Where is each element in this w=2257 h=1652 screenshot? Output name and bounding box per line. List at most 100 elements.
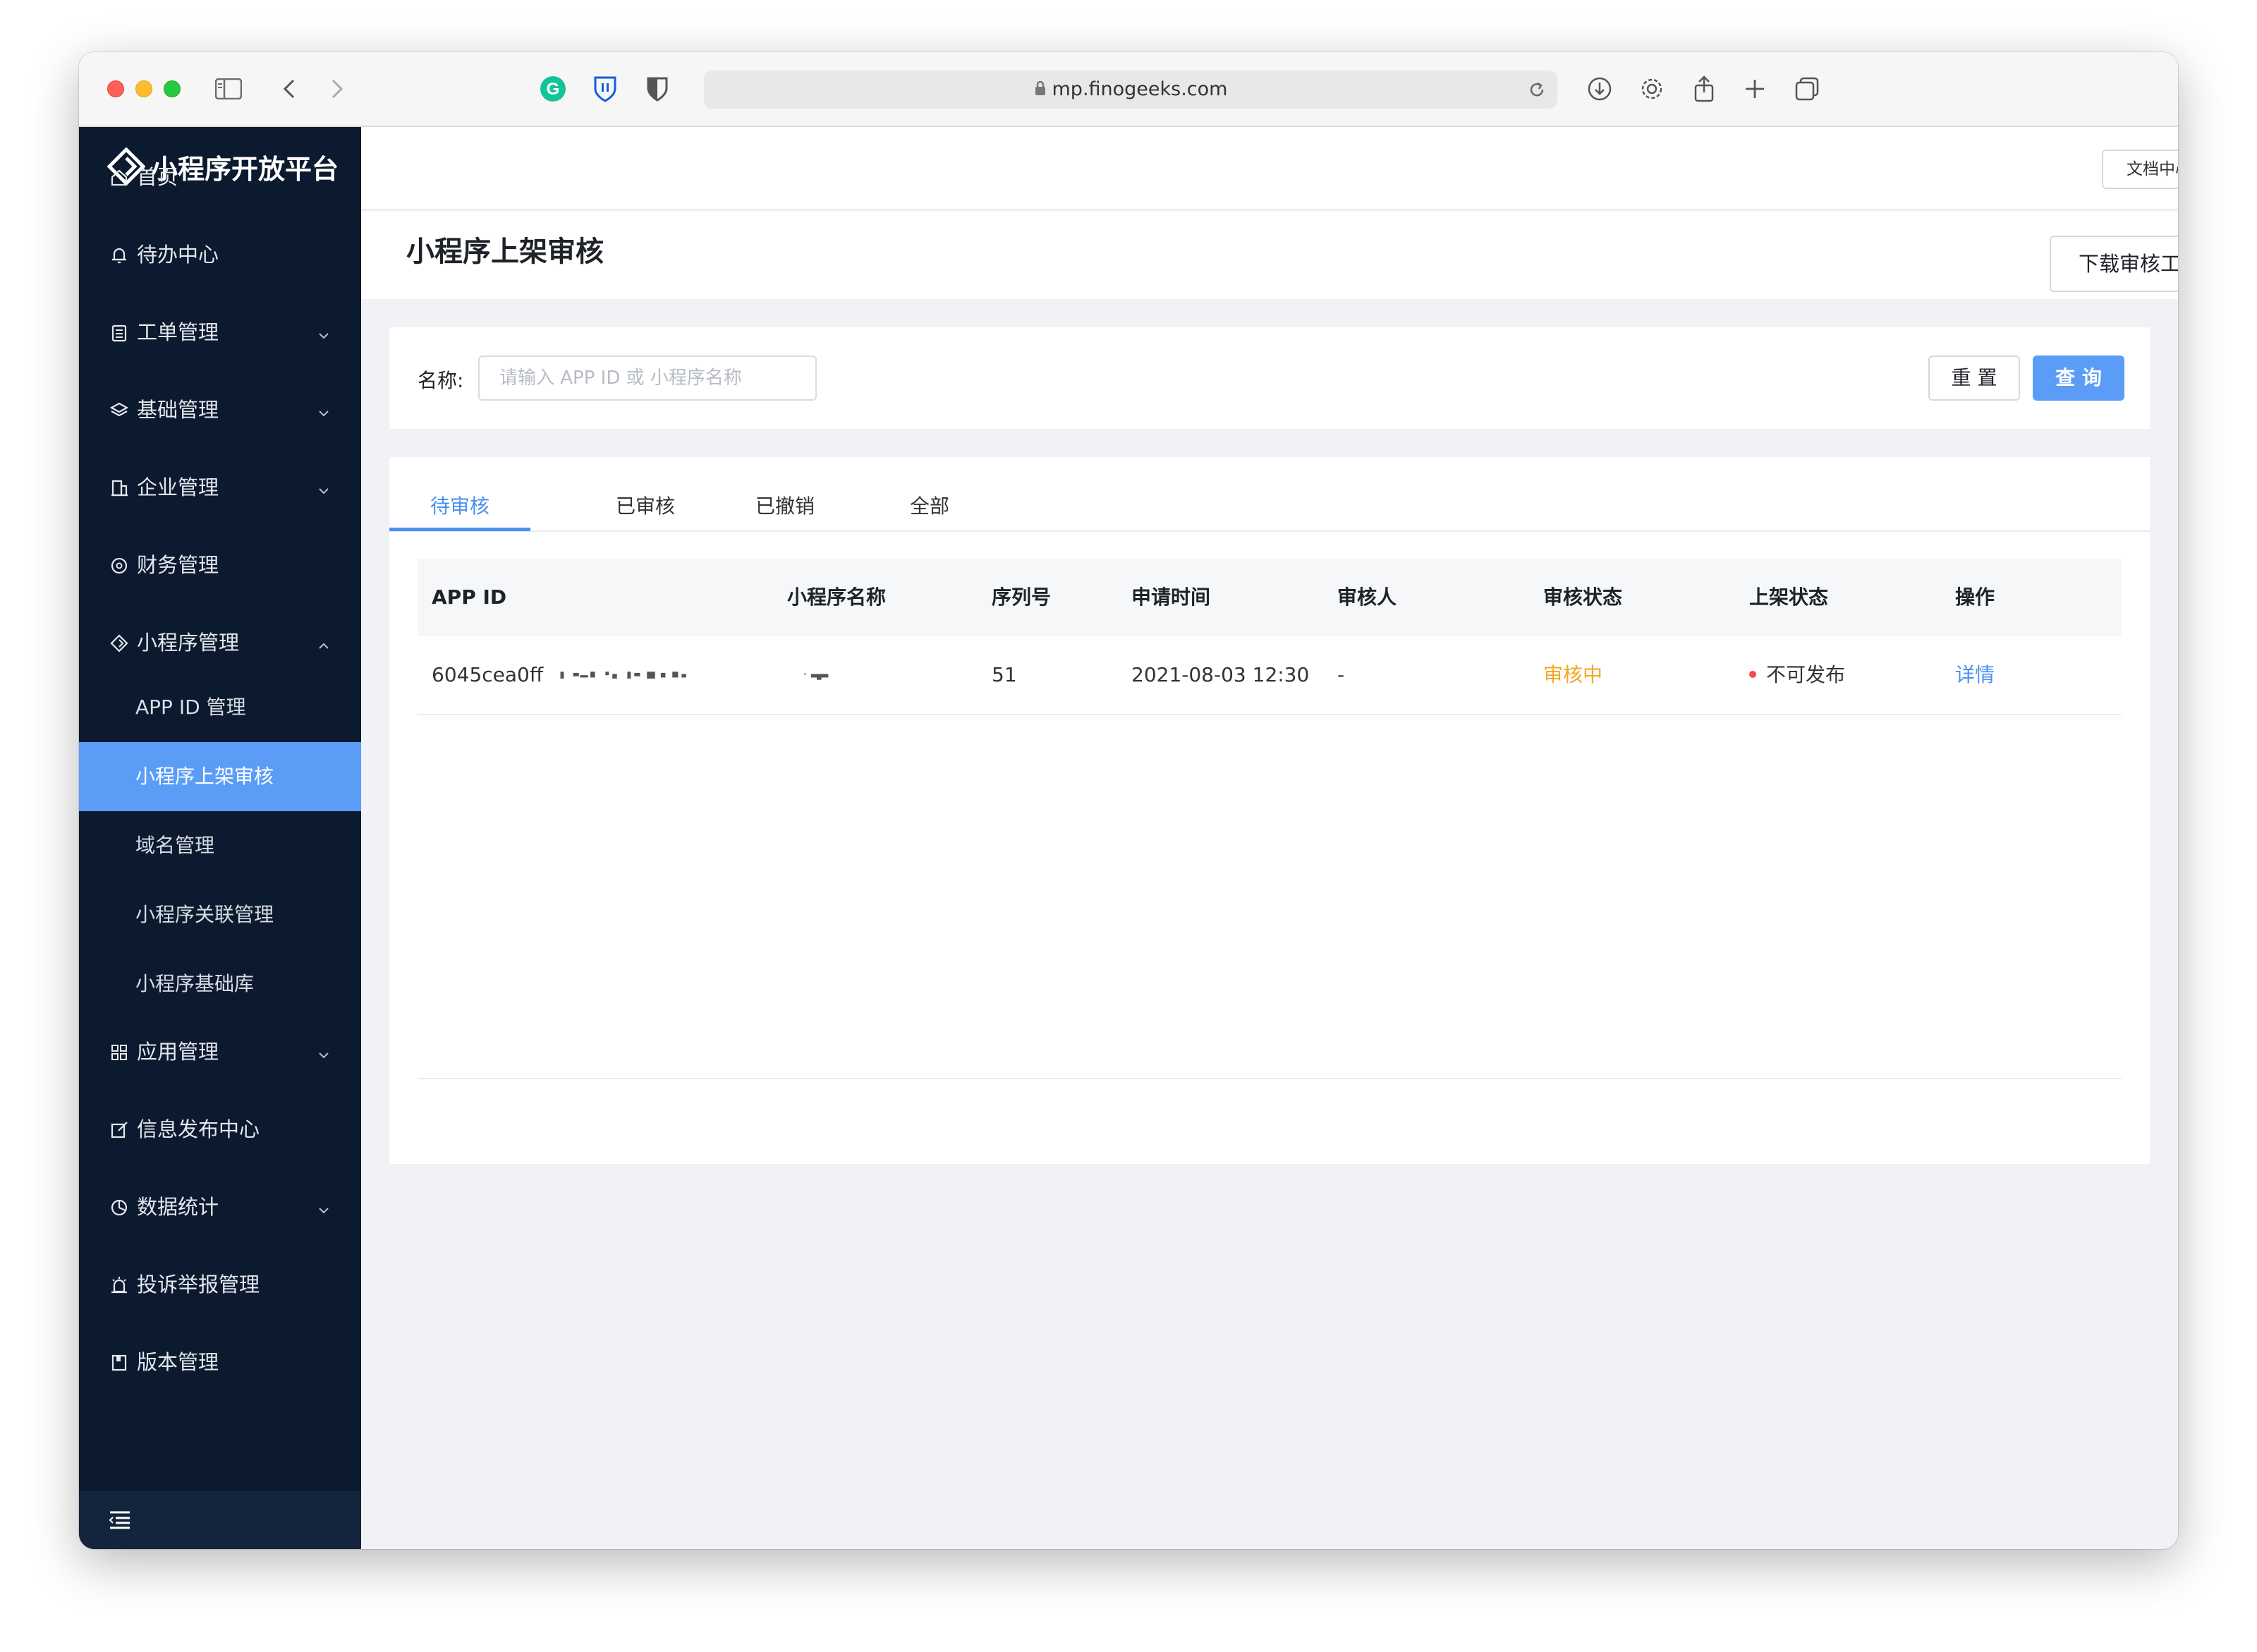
sidebar-item-label: 企业管理	[137, 475, 219, 499]
forward-icon[interactable]	[323, 75, 351, 103]
sidebar-item-enterprise[interactable]: 企业管理	[79, 463, 361, 512]
column-header-appid: APP ID	[432, 585, 507, 609]
table-header	[418, 559, 2122, 636]
back-icon[interactable]	[275, 75, 303, 103]
sidebar-item-basic[interactable]: 基础管理	[79, 385, 361, 435]
table-row-divider	[418, 714, 2122, 715]
column-header-apply-time: 申请时间	[1131, 585, 1211, 609]
table-bottom-divider	[418, 1078, 2122, 1079]
address-bar[interactable]: mp.finogeeks.com	[704, 71, 1557, 109]
layers-icon	[109, 401, 129, 419]
sidebar-item-miniprogram[interactable]: 小程序管理	[79, 618, 361, 667]
home-icon	[110, 168, 128, 186]
column-header-review-status: 审核状态	[1543, 585, 1623, 609]
chevron-down-icon	[316, 402, 331, 418]
sidebar-item-tickets[interactable]: 工单管理	[79, 308, 361, 357]
sidebar-collapse-bar[interactable]	[79, 1491, 361, 1549]
name-filter-label: 名称:	[418, 369, 464, 392]
new-tab-icon[interactable]	[1741, 75, 1769, 103]
chevron-down-icon	[316, 1199, 331, 1215]
page-header	[361, 212, 2178, 299]
sidebar-item-label: 基础管理	[137, 398, 219, 422]
zoom-window-button[interactable]	[164, 80, 181, 97]
sidebar-subitem-association[interactable]: 小程序关联管理	[79, 880, 361, 949]
column-header-name: 小程序名称	[787, 585, 887, 609]
sidebar-item-label: 版本管理	[137, 1350, 219, 1374]
book-icon	[110, 1353, 128, 1371]
sidebar-item-apps[interactable]: 应用管理	[79, 1027, 361, 1076]
tab-overview-icon[interactable]	[1793, 75, 1821, 103]
chevron-down-icon	[316, 1044, 331, 1059]
sidebar-subitem-release-review[interactable]: 小程序上架审核	[79, 742, 361, 811]
active-tab-indicator	[389, 528, 530, 531]
minimize-window-button[interactable]	[135, 80, 152, 97]
download-review-tool-button[interactable]: 下载审核工具	[2050, 236, 2178, 292]
sidebar-subitem-appid[interactable]: APP ID 管理	[79, 673, 361, 742]
bell-icon	[110, 245, 128, 264]
page-title: 小程序上架审核	[406, 236, 604, 268]
menu-fold-icon	[109, 1510, 131, 1533]
download-icon[interactable]	[1586, 75, 1614, 103]
table-row-name	[787, 636, 845, 714]
tab-revoked[interactable]: 已撤销	[739, 481, 831, 532]
query-button[interactable]: 查 询	[2033, 356, 2124, 401]
reload-icon[interactable]	[1528, 80, 1546, 99]
sidebar-item-home[interactable]: 首页	[79, 152, 361, 202]
sidebar-item-publish-center[interactable]: 信息发布中心	[79, 1105, 361, 1154]
share-icon[interactable]	[1690, 75, 1718, 103]
building-icon	[110, 478, 128, 497]
sidebar-subitem-domain[interactable]: 域名管理	[79, 811, 361, 880]
tab-all[interactable]: 全部	[894, 481, 965, 532]
column-header-publish-status: 上架状态	[1749, 585, 1829, 609]
settings-gear-icon[interactable]	[1638, 75, 1666, 103]
sidebar-item-label: 数据统计	[137, 1195, 219, 1219]
diamond-icon	[110, 633, 128, 652]
publish-status-value: 不可发布	[1766, 663, 1846, 686]
sidebar-item-label: 应用管理	[137, 1040, 219, 1064]
table-row-apply-time: 2021-08-03 12:30	[1131, 663, 1310, 686]
sidebar: 小程序开放平台 首页 待办中心 工单管理 基础管理 企业管理 财务管理 小程序管…	[79, 127, 361, 1549]
column-header-reviewer: 审核人	[1337, 585, 1397, 609]
lock-icon	[1034, 71, 1047, 109]
chevron-down-icon	[316, 480, 331, 495]
sidebar-item-label: 投诉举报管理	[137, 1273, 260, 1296]
browser-toolbar: G mp.finogeeks.com	[79, 52, 2178, 127]
grammarly-extension-icon[interactable]: G	[539, 75, 567, 103]
name-search-input[interactable]	[478, 356, 817, 401]
bitwarden-extension-icon[interactable]	[591, 75, 619, 103]
sidebar-toggle-icon[interactable]	[214, 75, 243, 103]
reset-button[interactable]: 重 置	[1928, 356, 2020, 401]
sidebar-item-todo[interactable]: 待办中心	[79, 230, 361, 279]
alarm-icon	[110, 1275, 128, 1294]
tab-pending[interactable]: 待审核	[389, 481, 530, 532]
sidebar-item-complaints[interactable]: 投诉举报管理	[79, 1260, 361, 1309]
sidebar-item-label: 首页	[137, 165, 178, 189]
sidebar-item-label: 工单管理	[137, 320, 219, 344]
appid-value: 6045cea0ff	[432, 663, 544, 686]
edit-icon	[110, 1120, 128, 1138]
sidebar-item-label: 财务管理	[137, 553, 219, 577]
chevron-up-icon	[316, 635, 331, 650]
privacy-shield-icon[interactable]	[643, 75, 671, 103]
sidebar-item-statistics[interactable]: 数据统计	[79, 1182, 361, 1232]
doc-center-button[interactable]: 文档中心	[2102, 150, 2178, 189]
status-dot-icon	[1749, 671, 1756, 678]
redacted-pixels	[804, 672, 829, 680]
svg-text:G: G	[547, 80, 560, 99]
clipboard-icon	[110, 323, 128, 342]
coin-icon	[110, 556, 128, 574]
sidebar-subitem-base-library[interactable]: 小程序基础库	[79, 949, 361, 1019]
sidebar-item-label: 小程序管理	[137, 631, 240, 655]
sidebar-item-versions[interactable]: 版本管理	[79, 1337, 361, 1387]
column-header-action: 操作	[1955, 585, 1995, 609]
table-row-serial: 51	[992, 663, 1017, 686]
close-window-button[interactable]	[107, 80, 124, 97]
redacted-pixels	[560, 672, 687, 679]
url-text: mp.finogeeks.com	[704, 71, 1557, 109]
browser-window: G mp.finogeeks.com 小程序开放平台 首页 待办中心 工单管理 …	[79, 52, 2178, 1549]
detail-link[interactable]: 详情	[1955, 636, 1995, 714]
sidebar-item-finance[interactable]: 财务管理	[79, 540, 361, 590]
tab-reviewed[interactable]: 已审核	[600, 481, 691, 532]
top-header: 文档中心 王宇	[361, 127, 2178, 210]
pie-icon	[110, 1198, 128, 1216]
